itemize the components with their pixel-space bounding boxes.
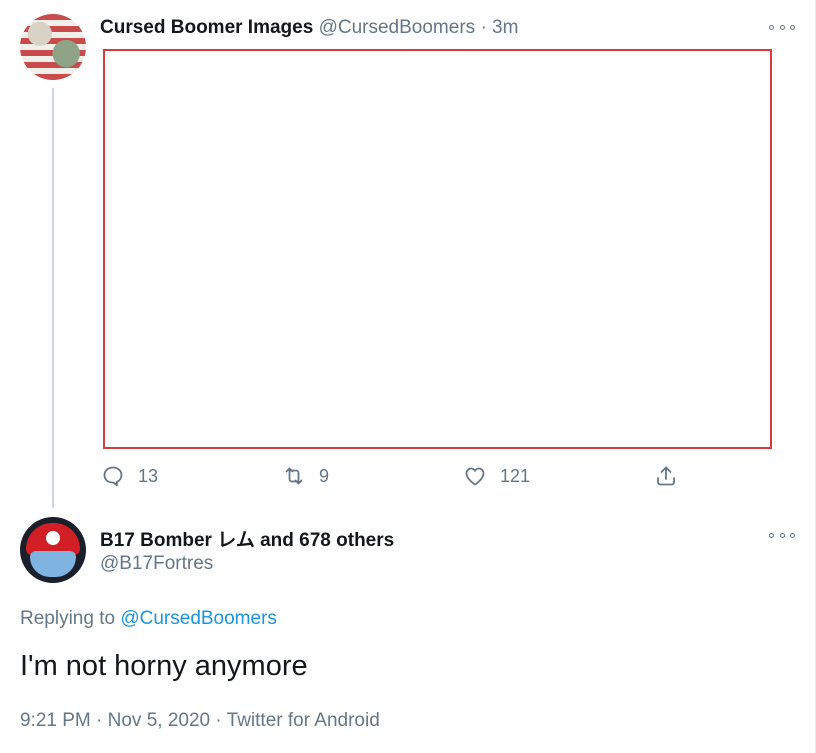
avatar-hat-logo	[46, 531, 60, 545]
replying-to-label: Replying to	[20, 608, 116, 629]
author-display-name[interactable]: Cursed Boomer Images	[100, 17, 313, 38]
like-count: 121	[500, 465, 531, 486]
tweet-source[interactable]: Twitter for Android	[227, 710, 380, 731]
reply-count: 13	[138, 465, 159, 486]
share-button[interactable]	[654, 463, 678, 489]
replying-to-handle-link[interactable]: @CursedBoomers	[120, 608, 277, 629]
retweet-count: 9	[319, 465, 330, 486]
retweet-icon	[285, 467, 303, 485]
retweet-button[interactable]: 9	[282, 463, 329, 489]
meta-separator: ·	[215, 710, 222, 731]
tweet-media-placeholder[interactable]	[103, 49, 772, 449]
like-button[interactable]: 121	[463, 463, 530, 489]
avatar-face	[30, 551, 76, 577]
avatar-b17-bomber[interactable]	[20, 517, 86, 583]
tweet-text: I'm not horny anymore	[20, 650, 308, 682]
thread-connector	[52, 88, 54, 508]
author-handle[interactable]: @CursedBoomers	[319, 17, 476, 38]
tweet-time-ago[interactable]: 3m	[492, 17, 518, 38]
heart-icon	[465, 467, 485, 486]
more-options-icon[interactable]	[769, 529, 795, 541]
tweet-header: Cursed Boomer Images @CursedBoomers · 3m	[100, 17, 518, 39]
reply-icon	[103, 466, 123, 487]
share-icon	[657, 466, 675, 486]
replying-to: Replying to @CursedBoomers	[20, 608, 277, 630]
tweet-meta: 9:21 PM · Nov 5, 2020 · Twitter for Andr…	[20, 710, 380, 732]
avatar-cursed-boomers[interactable]	[20, 14, 86, 80]
reply-button[interactable]: 13	[101, 463, 158, 489]
tweet-timestamp[interactable]: 9:21 PM · Nov 5, 2020	[20, 710, 210, 731]
more-options-icon[interactable]	[769, 21, 795, 33]
reply-author-display-name[interactable]: B17 Bomber レム and 678 others	[100, 525, 394, 552]
reply-author-handle[interactable]: @B17Fortres	[100, 553, 213, 575]
header-separator: ·	[480, 17, 487, 38]
